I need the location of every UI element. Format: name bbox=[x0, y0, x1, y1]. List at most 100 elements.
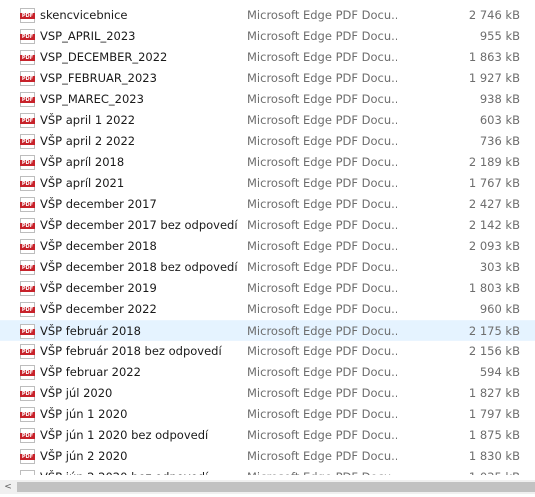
file-type: Microsoft Edge PDF Docu... bbox=[247, 239, 397, 253]
file-list[interactable]: PDF skencvicebnice Microsoft Edge PDF Docu… bbox=[0, 5, 535, 475]
file-row[interactable]: PDF VŠP december 2018 Microsoft Edge PDF D… bbox=[0, 236, 535, 257]
file-type: Microsoft Edge PDF Docu... bbox=[247, 29, 397, 43]
file-row[interactable]: PDF VŠP jún 2 2020 Microsoft Edge PDF Docu… bbox=[0, 446, 535, 467]
pdf-file-icon: PDF bbox=[20, 324, 35, 339]
file-name[interactable]: VŠP december 2018 bbox=[40, 236, 157, 257]
file-row[interactable]: PDF VŠP december 2018 bez odpovedí Microso… bbox=[0, 257, 535, 278]
file-type: Microsoft Edge PDF Docu... bbox=[247, 71, 397, 85]
file-row[interactable]: PDF VŠP jún 1 2020 Microsoft Edge PDF Docu… bbox=[0, 404, 535, 425]
file-name[interactable]: VSP_DECEMBER_2022 bbox=[40, 47, 167, 68]
pdf-file-icon: PDF bbox=[20, 239, 35, 254]
pdf-file-icon: PDF bbox=[20, 428, 35, 443]
file-row[interactable]: PDF VŠP december 2017 Microsoft Edge PDF D… bbox=[0, 194, 535, 215]
file-name[interactable]: VŠP apríl 2021 bbox=[40, 173, 124, 194]
file-size: 2 156 kB bbox=[468, 344, 520, 358]
file-name[interactable]: VŠP jún 1 2020 bez odpovedí bbox=[40, 425, 208, 446]
file-row[interactable]: PDF VŠP december 2019 Microsoft Edge PDF D… bbox=[0, 278, 535, 299]
file-name[interactable]: VŠP december 2022 bbox=[40, 299, 157, 320]
file-type: Microsoft Edge PDF Docu... bbox=[247, 113, 397, 127]
pdf-icon-label: PDF bbox=[20, 454, 35, 460]
pdf-icon-label: PDF bbox=[20, 329, 35, 335]
pdf-icon-label: PDF bbox=[20, 286, 35, 292]
file-size: 955 kB bbox=[479, 29, 520, 43]
file-row[interactable]: PDF VŠP apríl 2021 Microsoft Edge PDF Docu… bbox=[0, 173, 535, 194]
file-name[interactable]: VŠP jún 1 2020 bbox=[40, 404, 127, 425]
pdf-icon-label: PDF bbox=[20, 55, 35, 61]
file-row[interactable]: PDF skencvicebnice Microsoft Edge PDF Docu… bbox=[0, 5, 535, 26]
pdf-icon-label: PDF bbox=[20, 97, 35, 103]
file-name[interactable]: VŠP jún 2 2020 bez odpovedí bbox=[40, 467, 208, 475]
chevron-left-icon[interactable]: < bbox=[2, 480, 14, 494]
file-row[interactable]: PDF VŠP február 2018 bez odpovedí Microsof… bbox=[0, 341, 535, 362]
file-type: Microsoft Edge PDF Docu... bbox=[247, 8, 397, 22]
file-row[interactable]: PDF VSP_MAREC_2023 Microsoft Edge PDF Docu… bbox=[0, 89, 535, 110]
pdf-file-icon: PDF bbox=[20, 218, 35, 233]
file-name[interactable]: VŠP april 2 2022 bbox=[40, 131, 135, 152]
file-size: 2 427 kB bbox=[468, 197, 520, 211]
file-name[interactable]: VŠP april 1 2022 bbox=[40, 110, 135, 131]
file-row[interactable]: PDF VSP_APRIL_2023 Microsoft Edge PDF Docu… bbox=[0, 26, 535, 47]
file-row[interactable]: PDF VŠP april 1 2022 Microsoft Edge PDF Do… bbox=[0, 110, 535, 131]
file-name[interactable]: VŠP júl 2020 bbox=[40, 383, 112, 404]
file-name[interactable]: VŠP februar 2022 bbox=[40, 362, 141, 383]
file-type: Microsoft Edge PDF Docu... bbox=[247, 134, 397, 148]
pdf-icon-label: PDF bbox=[20, 139, 35, 145]
file-name[interactable]: VŠP február 2018 bbox=[40, 321, 141, 342]
pdf-file-icon: PDF bbox=[20, 155, 35, 170]
file-row[interactable]: PDF VŠP december 2017 bez odpovedí Microso… bbox=[0, 215, 535, 236]
file-row[interactable]: PDF VŠP február 2018 Microsoft Edge PDF Do… bbox=[0, 320, 535, 341]
file-type: Microsoft Edge PDF Docu... bbox=[247, 197, 397, 211]
file-size: 1 035 kB bbox=[469, 467, 520, 475]
file-name[interactable]: VŠP december 2017 bez odpovedí bbox=[40, 215, 238, 236]
file-size: 2 189 kB bbox=[468, 155, 520, 169]
file-type: Microsoft Edge PDF Docu... bbox=[247, 92, 397, 106]
file-name[interactable]: VŠP december 2018 bez odpovedí bbox=[40, 257, 238, 278]
file-type: Microsoft Edge PDF Docu... bbox=[247, 365, 397, 379]
pdf-icon-label: PDF bbox=[20, 118, 35, 124]
file-size: 594 kB bbox=[479, 365, 520, 379]
file-name[interactable]: VSP_FEBRUAR_2023 bbox=[40, 68, 157, 89]
pdf-file-icon: PDF bbox=[20, 134, 35, 149]
file-name[interactable]: VŠP december 2017 bbox=[40, 194, 157, 215]
file-row[interactable]: PDF VŠP júl 2020 Microsoft Edge PDF Docu..… bbox=[0, 383, 535, 404]
file-size: 303 kB bbox=[479, 260, 520, 274]
pdf-file-icon: PDF bbox=[20, 8, 35, 23]
file-name[interactable]: VŠP apríl 2018 bbox=[40, 152, 124, 173]
pdf-file-icon: PDF bbox=[20, 197, 35, 212]
file-row[interactable]: PDF VSP_FEBRUAR_2023 Microsoft Edge PDF Do… bbox=[0, 68, 535, 89]
file-size: 1 797 kB bbox=[468, 407, 520, 421]
file-row[interactable]: PDF VŠP jún 2 2020 bez odpovedí Microsoft … bbox=[0, 467, 535, 475]
pdf-icon-label: PDF bbox=[20, 433, 35, 439]
pdf-icon-label: PDF bbox=[20, 307, 35, 313]
file-size: 1 927 kB bbox=[468, 71, 520, 85]
scrollbar-thumb[interactable] bbox=[17, 482, 535, 492]
file-row[interactable]: PDF VŠP december 2022 Microsoft Edge PDF D… bbox=[0, 299, 535, 320]
file-name[interactable]: VŠP december 2019 bbox=[40, 278, 157, 299]
file-type: Microsoft Edge PDF Docu... bbox=[247, 218, 397, 232]
file-name[interactable]: skencvicebnice bbox=[40, 5, 128, 26]
file-row[interactable]: PDF VSP_DECEMBER_2022 Microsoft Edge PDF D… bbox=[0, 47, 535, 68]
file-name[interactable]: VSP_APRIL_2023 bbox=[40, 26, 135, 47]
file-row[interactable]: PDF VŠP april 2 2022 Microsoft Edge PDF Do… bbox=[0, 131, 535, 152]
pdf-file-icon: PDF bbox=[20, 92, 35, 107]
pdf-file-icon: PDF bbox=[20, 113, 35, 128]
file-size: 603 kB bbox=[479, 113, 520, 127]
pdf-file-icon: PDF bbox=[20, 29, 35, 44]
pdf-icon-label: PDF bbox=[20, 13, 35, 19]
file-type: Microsoft Edge PDF Docu... bbox=[247, 449, 397, 463]
file-type: Microsoft Edge PDF Docu... bbox=[247, 407, 397, 421]
file-type: Microsoft Edge PDF Docu... bbox=[247, 260, 397, 274]
file-name[interactable]: VŠP jún 2 2020 bbox=[40, 446, 127, 467]
pdf-file-icon: PDF bbox=[20, 386, 35, 401]
horizontal-scrollbar[interactable]: < bbox=[0, 480, 535, 494]
file-size: 938 kB bbox=[479, 92, 520, 106]
file-name[interactable]: VŠP február 2018 bez odpovedí bbox=[40, 341, 222, 362]
file-row[interactable]: PDF VŠP jún 1 2020 bez odpovedí Microsoft … bbox=[0, 425, 535, 446]
file-row[interactable]: PDF VŠP februar 2022 Microsoft Edge PDF Do… bbox=[0, 362, 535, 383]
file-size: 1 875 kB bbox=[468, 428, 520, 442]
file-size: 1 767 kB bbox=[468, 176, 520, 190]
file-size: 2 746 kB bbox=[468, 8, 520, 22]
file-type: Microsoft Edge PDF Docu... bbox=[247, 428, 397, 442]
file-name[interactable]: VSP_MAREC_2023 bbox=[40, 89, 144, 110]
file-row[interactable]: PDF VŠP apríl 2018 Microsoft Edge PDF Docu… bbox=[0, 152, 535, 173]
